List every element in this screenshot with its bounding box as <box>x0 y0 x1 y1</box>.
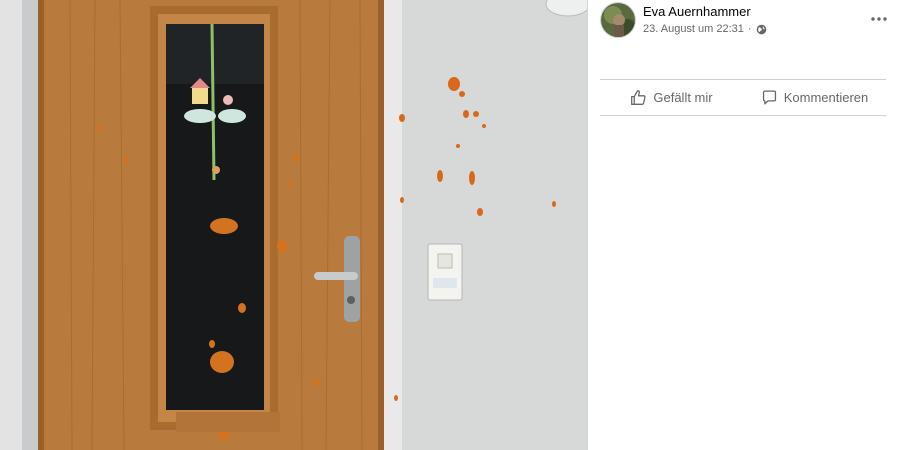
more-options-button[interactable] <box>868 8 890 30</box>
post-photo[interactable] <box>0 0 587 450</box>
globe-icon[interactable] <box>756 24 767 35</box>
post-meta: 23. August um 22:31 · <box>643 23 767 35</box>
more-options-icon <box>871 17 887 21</box>
door-photo-image <box>0 0 587 450</box>
comment-button[interactable]: Kommentieren <box>743 80 886 115</box>
avatar-image <box>601 3 635 37</box>
post-timestamp[interactable]: 23. August um 22:31 <box>643 23 744 35</box>
avatar[interactable] <box>600 2 636 38</box>
post-actions-bar: Gefällt mir Kommentieren <box>600 80 886 115</box>
meta-separator: · <box>747 23 752 35</box>
comment-icon <box>762 90 776 105</box>
divider <box>600 115 886 116</box>
post-side-panel: Eva Auernhammer 23. August um 22:31 · Ge… <box>587 0 900 450</box>
comment-label: Kommentieren <box>783 90 869 105</box>
thumbs-up-icon <box>631 90 646 105</box>
like-label: Gefällt mir <box>653 90 713 105</box>
like-button[interactable]: Gefällt mir <box>600 80 743 115</box>
post-header: Eva Auernhammer 23. August um 22:31 · <box>600 2 890 42</box>
author-name[interactable]: Eva Auernhammer <box>643 4 751 19</box>
